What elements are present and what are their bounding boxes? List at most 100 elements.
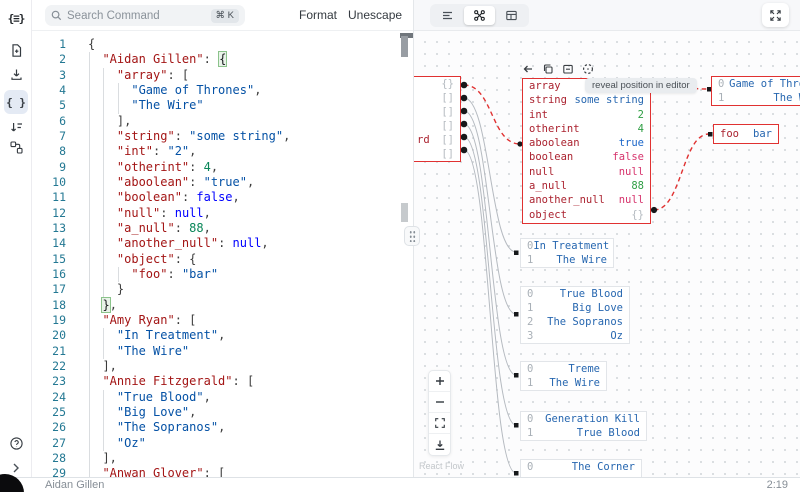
- node-row[interactable]: object {}: [523, 208, 650, 222]
- editor-line[interactable]: 26 "The Sopranos",: [32, 420, 413, 436]
- node-row[interactable]: rd []: [414, 133, 460, 147]
- zoom-out-button[interactable]: [429, 392, 450, 413]
- node-row[interactable]: 0 The Corner: [521, 460, 641, 474]
- node-row[interactable]: []: [414, 105, 460, 119]
- editor-line[interactable]: 23 "Annie Fitzgerald": [: [32, 374, 413, 390]
- editor-line[interactable]: 13 "a_null": 88,: [32, 220, 413, 237]
- help-icon[interactable]: [4, 431, 28, 455]
- search-input[interactable]: Search Command ⌘ K: [45, 5, 245, 26]
- json-code-editor[interactable]: 1{2 "Aidan Gillen": {3 "array": [4 "Game…: [32, 31, 413, 477]
- panel-drag-handle[interactable]: [404, 226, 420, 246]
- editor-line[interactable]: 18 },: [32, 296, 413, 313]
- collapse-node-icon[interactable]: [562, 62, 574, 76]
- table-view-button[interactable]: [496, 6, 527, 25]
- editor-line[interactable]: 24 "True Blood",: [32, 389, 413, 405]
- editor-lines: 1{2 "Aidan Gillen": {3 "array": [4 "Game…: [32, 37, 413, 477]
- node-row[interactable]: []: [414, 147, 460, 161]
- react-flow-attribution[interactable]: React Flow: [419, 461, 464, 471]
- graph-node-annie-fitzgerald[interactable]: 0 True Blood 1 Big Love 2 The Sopranos 3 Oz: [520, 286, 630, 344]
- graph-node-alice-farmer[interactable]: 0 The Corner: [520, 459, 642, 477]
- editor-line[interactable]: 3 "array": [: [32, 67, 413, 83]
- editor-line[interactable]: 8 "int": "2",: [32, 144, 413, 160]
- format-button[interactable]: Format: [299, 0, 337, 31]
- editor-line[interactable]: 15 "object": {: [32, 251, 413, 267]
- editor-line[interactable]: 29 "Anwan Glover": [: [32, 466, 413, 477]
- node-row[interactable]: aboolean true: [523, 136, 650, 150]
- node-row[interactable]: 1 The Wire: [712, 91, 800, 105]
- editor-line[interactable]: 20 "In Treatment",: [32, 328, 413, 344]
- editor-line[interactable]: 19 "Amy Ryan": [: [32, 312, 413, 329]
- editor-line[interactable]: 14 "another_null": null,: [32, 236, 413, 252]
- new-document-icon[interactable]: [4, 38, 28, 62]
- editor-line[interactable]: 5 "The Wire": [32, 98, 413, 114]
- editor-line[interactable]: 16 "foo": "bar": [32, 266, 413, 283]
- node-row[interactable]: 0 Game of Thrones: [712, 77, 800, 91]
- node-row[interactable]: 1 The Wire: [521, 376, 606, 390]
- node-row[interactable]: boolean false: [523, 150, 650, 164]
- graph-node-alexander-skarsgard[interactable]: 0 Generation Kill 1 True Blood: [520, 411, 647, 441]
- node-row[interactable]: another_null null: [523, 193, 650, 207]
- fullscreen-button[interactable]: [762, 3, 789, 27]
- node-row[interactable]: foo bar: [714, 127, 778, 141]
- download-image-button[interactable]: [429, 434, 450, 455]
- graph-node-foo-object[interactable]: foo bar: [713, 124, 779, 144]
- editor-line[interactable]: 22 ],: [32, 358, 413, 375]
- node-row[interactable]: {}: [414, 77, 460, 91]
- transform-icon[interactable]: [4, 135, 28, 159]
- node-row[interactable]: 0 Treme: [521, 362, 606, 376]
- node-row[interactable]: 1 True Blood: [521, 426, 646, 440]
- row-value: Oz: [610, 330, 623, 342]
- zoom-controls: [428, 370, 451, 456]
- node-row[interactable]: 0 Generation Kill: [521, 412, 646, 426]
- editor-line[interactable]: 4 "Game of Thrones",: [32, 82, 413, 99]
- editor-scrollbar-thumb[interactable]: [401, 36, 408, 57]
- editor-line[interactable]: 27 "Oz": [32, 435, 413, 451]
- node-row[interactable]: []: [414, 91, 460, 105]
- graph-node-amy-ryan[interactable]: 0 In Treatment 1 The Wire: [520, 238, 614, 268]
- editor-line[interactable]: 28 ],: [32, 450, 413, 467]
- editor-line[interactable]: 17 }: [32, 282, 413, 298]
- node-row[interactable]: string some string: [523, 93, 650, 107]
- editor-topbar: Search Command ⌘ K Format Unescape: [32, 0, 413, 31]
- node-row[interactable]: []: [414, 119, 460, 133]
- node-row[interactable]: 0 True Blood: [521, 287, 629, 301]
- editor-line[interactable]: 25 "Big Love",: [32, 404, 413, 421]
- editor-scrollbar-thumb-secondary[interactable]: [401, 203, 408, 222]
- zoom-in-button[interactable]: [429, 371, 450, 392]
- download-icon[interactable]: [4, 62, 28, 86]
- node-row[interactable]: otherint 4: [523, 122, 650, 136]
- editor-line[interactable]: 10 "aboolean": "true",: [32, 174, 413, 191]
- fit-view-button[interactable]: [429, 413, 450, 434]
- list-view-button[interactable]: [432, 6, 463, 25]
- node-row[interactable]: 0 In Treatment: [521, 239, 613, 253]
- focus-node-icon[interactable]: [582, 62, 594, 76]
- node-row[interactable]: int 2: [523, 108, 650, 122]
- graph-node-anwan-glover[interactable]: 0 Treme 1 The Wire: [520, 361, 607, 391]
- app-logo-icon[interactable]: {≡}: [4, 6, 28, 30]
- copy-icon[interactable]: [542, 62, 554, 76]
- editor-line[interactable]: 12 "null": null,: [32, 205, 413, 221]
- node-row[interactable]: 2 The Sopranos: [521, 315, 629, 329]
- graph-canvas[interactable]: {}[][][] rd[][] array string some string int…: [414, 31, 800, 477]
- editor-line[interactable]: 7 "string": "some string",: [32, 128, 413, 145]
- editor-line[interactable]: 1{: [32, 37, 413, 52]
- unescape-button[interactable]: Unescape: [348, 0, 402, 31]
- indent-guide: [103, 128, 105, 145]
- graph-node-root[interactable]: {} [] [] [] rd [] []: [414, 76, 461, 162]
- line-number: 14: [52, 236, 66, 251]
- node-row[interactable]: 3 Oz: [521, 329, 629, 343]
- braces-view-icon[interactable]: { }: [4, 90, 28, 114]
- node-row[interactable]: null null: [523, 165, 650, 179]
- editor-line[interactable]: 6 ],: [32, 113, 413, 129]
- graph-node-aidan-gillen[interactable]: array string some string int 2 otherint 4 abool…: [522, 78, 651, 224]
- node-row[interactable]: 1 Big Love: [521, 301, 629, 315]
- graph-view-button[interactable]: [464, 6, 495, 25]
- editor-line[interactable]: 2 "Aidan Gillen": {: [32, 51, 413, 68]
- editor-line[interactable]: 11 "boolean": false,: [32, 190, 413, 206]
- editor-line[interactable]: 9 "otherint": 4,: [32, 159, 413, 175]
- node-row[interactable]: a_null 88: [523, 179, 650, 193]
- graph-node-aidan-array[interactable]: 0 Game of Thrones 1 The Wire: [711, 76, 800, 106]
- node-row[interactable]: 1 The Wire: [521, 253, 613, 267]
- back-icon[interactable]: [522, 62, 534, 76]
- editor-line[interactable]: 21 "The Wire": [32, 343, 413, 359]
